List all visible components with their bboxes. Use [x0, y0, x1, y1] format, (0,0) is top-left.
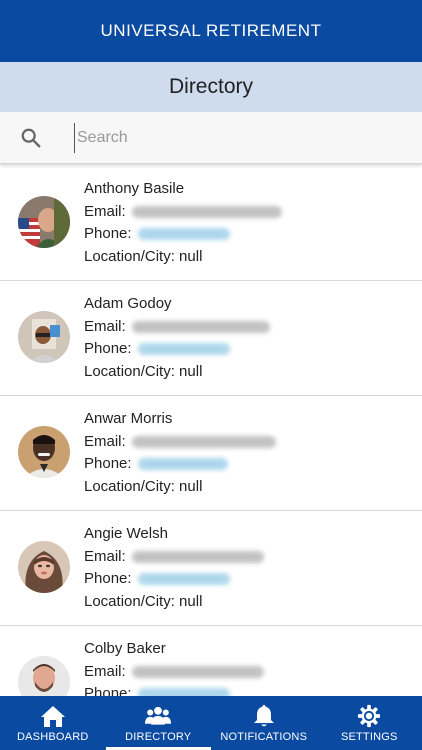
email-value-redacted: [131, 665, 264, 678]
contact-item[interactable]: Colby Baker Email: Phone: Location/City:…: [0, 626, 422, 696]
contact-name: Adam Godoy: [84, 295, 172, 312]
nav-directory[interactable]: DIRECTORY: [105, 696, 212, 750]
gear-icon: [358, 704, 381, 727]
location-label: Location/City: null: [84, 592, 203, 610]
contact-name: Anwar Morris: [84, 410, 173, 427]
avatar: [18, 311, 70, 363]
nav-label: NOTIFICATIONS: [220, 730, 308, 743]
contact-item[interactable]: Angie Welsh Email: Phone: Location/City:…: [0, 511, 422, 626]
email-value-redacted: [131, 435, 276, 448]
phone-value-redacted: [137, 688, 230, 696]
bottom-navigation: DASHBOARD DIRECTORY NOTIFICATIONS SETTIN…: [0, 696, 422, 750]
page-title: Directory: [168, 75, 253, 98]
phone-label: Phone:: [84, 570, 132, 587]
avatar: [18, 656, 70, 696]
phone-value-redacted: [137, 573, 230, 586]
nav-dashboard[interactable]: DASHBOARD: [0, 696, 106, 750]
search-icon[interactable]: [20, 127, 42, 149]
search-bar: [0, 112, 422, 164]
nav-label: DIRECTORY: [125, 730, 192, 743]
phone-value-redacted: [137, 228, 230, 241]
phone-label: Phone:: [84, 340, 132, 357]
page-header: Directory: [0, 62, 422, 112]
email-label: Email:: [84, 202, 126, 220]
email-label: Email:: [84, 317, 126, 335]
phone-label: Phone:: [84, 225, 132, 242]
bell-icon: [253, 704, 274, 726]
avatar: [18, 426, 70, 478]
phone-value-redacted: [137, 343, 230, 356]
app-header: UNIVERSAL RETIREMENT: [0, 0, 422, 62]
nav-label: SETTINGS: [340, 730, 398, 743]
phone-label: Phone:: [84, 455, 132, 472]
location-label: Location/City: null: [84, 247, 203, 265]
contact-name: Colby Baker: [84, 640, 166, 657]
avatar: [18, 541, 70, 593]
contact-item[interactable]: Anwar Morris Email: Phone: Location/City…: [0, 396, 422, 511]
email-value-redacted: [131, 320, 270, 333]
contact-name: Anthony Basile: [84, 180, 185, 197]
email-label: Email:: [84, 547, 126, 565]
phone-value-redacted: [137, 458, 228, 471]
app-title: UNIVERSAL RETIREMENT: [100, 21, 322, 40]
email-value-redacted: [131, 550, 264, 563]
email-label: Email:: [84, 432, 126, 450]
nav-settings[interactable]: SETTINGS: [317, 696, 422, 750]
people-icon: [145, 706, 172, 725]
location-label: Location/City: null: [84, 477, 203, 495]
location-label: Location/City: null: [84, 362, 203, 380]
nav-label: DASHBOARD: [17, 730, 89, 743]
email-label: Email:: [84, 662, 126, 680]
contact-name: Angie Welsh: [84, 525, 168, 542]
email-value-redacted: [131, 205, 282, 218]
contact-list: Anthony Basile Email: Phone: Location/Ci…: [0, 166, 422, 696]
contact-item[interactable]: Anthony Basile Email: Phone: Location/Ci…: [0, 166, 422, 281]
avatar: [18, 196, 70, 248]
nav-notifications[interactable]: NOTIFICATIONS: [211, 696, 317, 750]
home-icon: [40, 705, 65, 727]
phone-label: Phone:: [84, 685, 132, 696]
contact-item[interactable]: Adam Godoy Email: Phone: Location/City: …: [0, 281, 422, 396]
search-input[interactable]: [74, 122, 374, 153]
